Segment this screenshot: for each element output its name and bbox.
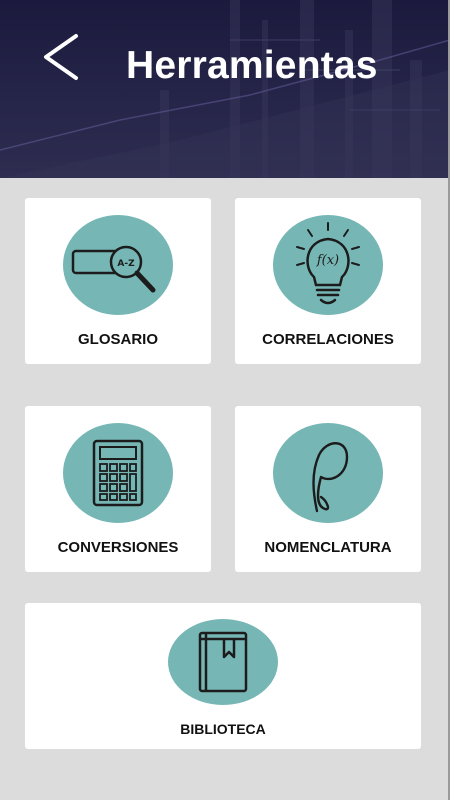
tool-label: CONVERSIONES [57, 539, 179, 556]
lightbulb-function-icon: f(x) [296, 222, 360, 305]
tool-card-correlaciones[interactable]: f(x) CORRELACIONES [235, 198, 421, 364]
header: Herramientas [0, 0, 450, 178]
glossary-search-icon: A-Z [71, 245, 156, 293]
tools-screen: Herramientas A-Z GLOSARIO f(x) CORRELACI… [0, 0, 450, 800]
tool-card-biblioteca[interactable]: BIBLIOTECA [25, 603, 421, 749]
tool-card-glosario[interactable]: A-Z GLOSARIO [25, 198, 211, 364]
chevron-left-icon [44, 34, 78, 80]
icon-circle [168, 619, 278, 705]
book-icon [198, 631, 248, 693]
icon-circle [63, 423, 173, 523]
calculator-icon [92, 439, 144, 507]
icon-circle [273, 423, 383, 523]
svg-text:f(x): f(x) [316, 253, 339, 268]
rho-symbol-icon [312, 442, 349, 513]
tool-label: BIBLIOTECA [180, 721, 266, 737]
page-title: Herramientas [126, 44, 378, 87]
tool-card-nomenclatura[interactable]: NOMENCLATURA [235, 406, 421, 572]
header-background-image [0, 0, 450, 178]
tool-label: CORRELACIONES [262, 331, 394, 348]
icon-circle: f(x) [273, 215, 383, 315]
tool-label: GLOSARIO [77, 331, 158, 348]
tool-label: NOMENCLATURA [264, 539, 392, 556]
svg-text:A-Z: A-Z [117, 259, 135, 269]
icon-circle: A-Z [63, 215, 173, 315]
tool-card-conversiones[interactable]: CONVERSIONES [25, 406, 211, 572]
back-button[interactable] [34, 30, 88, 84]
